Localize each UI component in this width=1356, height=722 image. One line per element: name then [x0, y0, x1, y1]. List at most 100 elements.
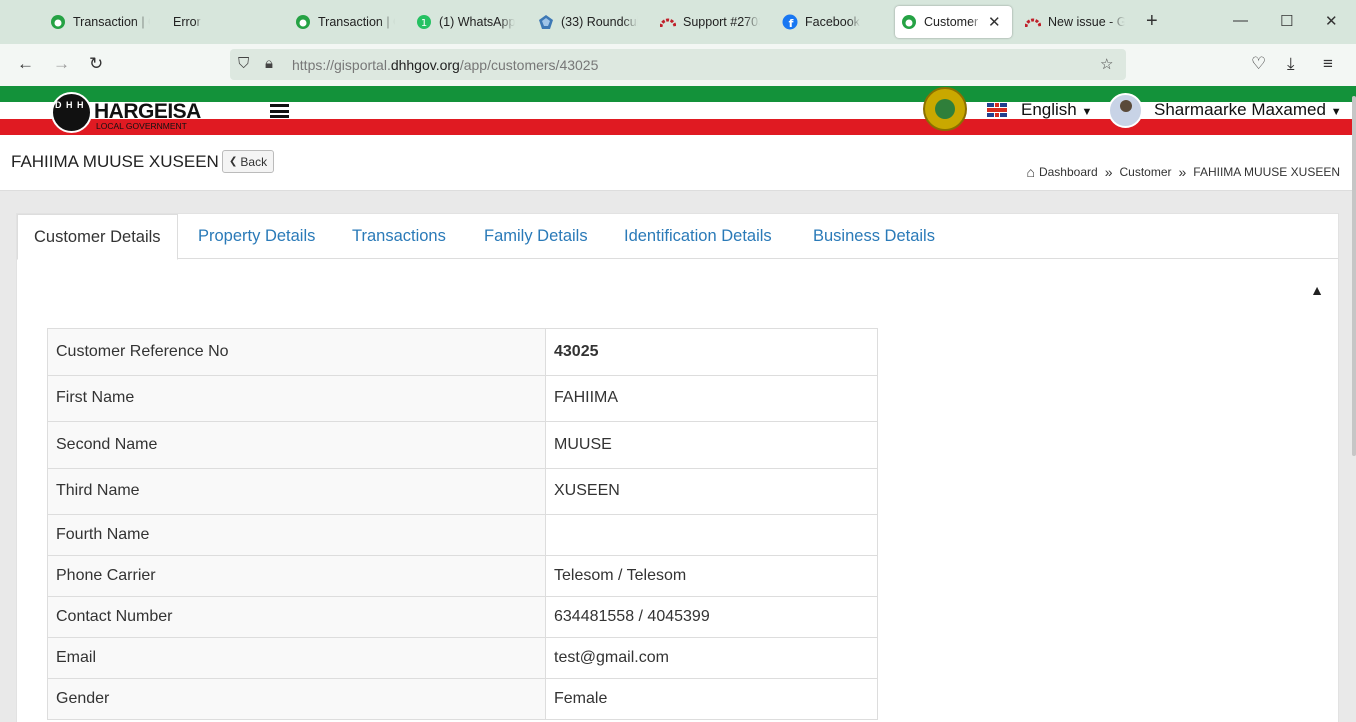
detail-value: FAHIIMA: [545, 374, 878, 422]
forward-arrow-icon[interactable]: →: [53, 54, 70, 74]
detail-label: Third Name: [47, 467, 546, 515]
browser-tab[interactable]: (33) Roundcube: [532, 6, 644, 38]
url-domain: dhhgov.org: [390, 57, 460, 73]
detail-label: Second Name: [47, 421, 546, 469]
browser-tab[interactable]: Transaction | GIS: [44, 6, 156, 38]
browser-tab-label: Support #2703: [683, 15, 760, 29]
logo-subtitle: LOCAL GOVERNMENT: [96, 121, 187, 131]
browser-tab[interactable]: Transaction | GIS: [289, 6, 401, 38]
browser-tab[interactable]: 1 (1) WhatsApp: [410, 6, 525, 38]
browser-tab-label: Customer | GIS: [924, 15, 982, 29]
tab-identification-details[interactable]: Identification Details: [608, 214, 788, 259]
language-label: English: [1021, 100, 1077, 119]
close-tab-icon[interactable]: ✕: [988, 13, 1001, 31]
detail-label: First Name: [47, 374, 546, 422]
table-row: First Name FAHIIMA: [47, 374, 878, 422]
table-row: Third Name XUSEEN: [47, 467, 878, 515]
detail-value: XUSEEN: [545, 467, 878, 515]
maximize-icon[interactable]: ☐: [1280, 12, 1293, 30]
minimize-icon[interactable]: —: [1233, 12, 1248, 29]
breadcrumb-customer[interactable]: Customer: [1119, 165, 1171, 179]
reload-icon[interactable]: ↻: [89, 54, 103, 74]
detail-value: 43025: [545, 328, 878, 376]
breadcrumb-dashboard[interactable]: Dashboard: [1039, 165, 1098, 179]
caret-down-icon: ▼: [1330, 106, 1342, 118]
table-row: Contact Number 634481558 / 4045399: [47, 596, 878, 638]
tab-business-details[interactable]: Business Details: [797, 214, 951, 259]
detail-value: Female: [545, 678, 878, 720]
browser-tab[interactable]: Support #2703: [654, 6, 766, 38]
collapse-chevron-up-icon[interactable]: ▲: [1310, 282, 1324, 298]
app-menu-icon[interactable]: ≡: [1323, 54, 1333, 74]
tab-customer-details[interactable]: Customer Details: [17, 214, 178, 260]
bookmark-star-icon[interactable]: ☆: [1100, 55, 1113, 73]
tab-family-details[interactable]: Family Details: [468, 214, 604, 259]
shield-icon[interactable]: ⛉: [238, 55, 249, 72]
back-button-label: Back: [240, 154, 268, 169]
table-row: Second Name MUUSE: [47, 421, 878, 469]
table-row: Gender Female: [47, 678, 878, 720]
address-bar[interactable]: ⛉ 🔒︎ https://gisportal.dhhgov.org/app/cu…: [230, 49, 1126, 80]
browser-tab[interactable]: Error: [167, 6, 227, 38]
detail-value: 634481558 / 4045399: [545, 596, 878, 638]
detail-tabs: Customer Details Property Details Transa…: [17, 214, 1338, 260]
detail-value: [545, 514, 878, 556]
hamburger-menu-icon[interactable]: [270, 104, 289, 118]
detail-label: Phone Carrier: [47, 555, 546, 597]
detail-label: Gender: [47, 678, 546, 720]
flag-stripe-white: [0, 102, 1356, 119]
window-close-icon[interactable]: ✕: [1325, 12, 1338, 30]
whatsapp-icon: 1: [416, 14, 432, 30]
detail-value: Telesom / Telesom: [545, 555, 878, 597]
browser-tab[interactable]: New issue - GIS: [1019, 6, 1131, 38]
url-text: https://gisportal.dhhgov.org/app/custome…: [292, 57, 598, 73]
table-row: Fourth Name: [47, 514, 878, 556]
flag-stripe-red: [0, 119, 1356, 135]
logo-emblem[interactable]: [51, 92, 92, 133]
gis-leaf-icon: [50, 14, 66, 30]
browser-tab[interactable]: f Facebook: [776, 6, 888, 38]
url-prefix: https://gisportal.: [292, 57, 391, 73]
page-title: FAHIIMA MUUSE XUSEEN: [11, 152, 219, 171]
back-arrow-icon[interactable]: ←: [17, 54, 34, 74]
new-tab-icon[interactable]: +: [1146, 10, 1158, 33]
pocket-icon[interactable]: ♡: [1251, 54, 1266, 74]
language-dropdown[interactable]: English ▼: [1021, 100, 1092, 120]
user-avatar[interactable]: [1108, 93, 1143, 128]
browser-tab-strip: Transaction | GIS Error Transaction | GI…: [0, 0, 1356, 44]
download-icon[interactable]: ⤓: [1287, 54, 1295, 74]
caret-down-icon: ▼: [1081, 106, 1093, 118]
breadcrumb-current: FAHIIMA MUUSE XUSEEN: [1193, 165, 1340, 179]
breadcrumb-separator: »: [1178, 164, 1187, 180]
flag-stripe-green: [0, 86, 1356, 102]
back-button[interactable]: ❮ Back: [222, 150, 275, 173]
browser-tab-label: Transaction | GIS: [318, 15, 395, 29]
gis-leaf-icon: [295, 14, 311, 30]
tab-transactions[interactable]: Transactions: [336, 214, 462, 259]
chevron-left-icon: ❮: [229, 156, 238, 167]
home-icon: ⌂: [1026, 164, 1035, 180]
tab-property-details[interactable]: Property Details: [182, 214, 331, 259]
detail-value: test@gmail.com: [545, 637, 878, 679]
user-menu-dropdown[interactable]: Sharmaarke Maxamed ▼: [1154, 100, 1342, 120]
page-scrollbar[interactable]: [1352, 96, 1356, 456]
lock-icon[interactable]: 🔒︎: [265, 55, 273, 72]
table-row: Customer Reference No 43025: [47, 328, 878, 376]
detail-label: Contact Number: [47, 596, 546, 638]
detail-label: Email: [47, 637, 546, 679]
customer-card: Customer Details Property Details Transa…: [16, 213, 1339, 722]
url-path: /app/customers/43025: [459, 57, 599, 73]
browser-tab-label: Error: [173, 15, 201, 29]
user-name: Sharmaarke Maxamed: [1154, 100, 1326, 119]
table-row: Phone Carrier Telesom / Telesom: [47, 555, 878, 597]
facebook-icon: f: [782, 14, 798, 30]
coat-of-arms-icon: [923, 87, 967, 131]
browser-tab-label: (1) WhatsApp: [439, 15, 516, 29]
redmine-icon: [659, 14, 677, 30]
browser-tab-active[interactable]: Customer | GIS ✕: [895, 6, 1012, 38]
svg-text:f: f: [789, 17, 794, 30]
gis-leaf-icon: [901, 14, 917, 30]
uk-flag-icon: [987, 103, 1007, 117]
table-row: Email test@gmail.com: [47, 637, 878, 679]
browser-tab-label: (33) Roundcube: [561, 15, 638, 29]
